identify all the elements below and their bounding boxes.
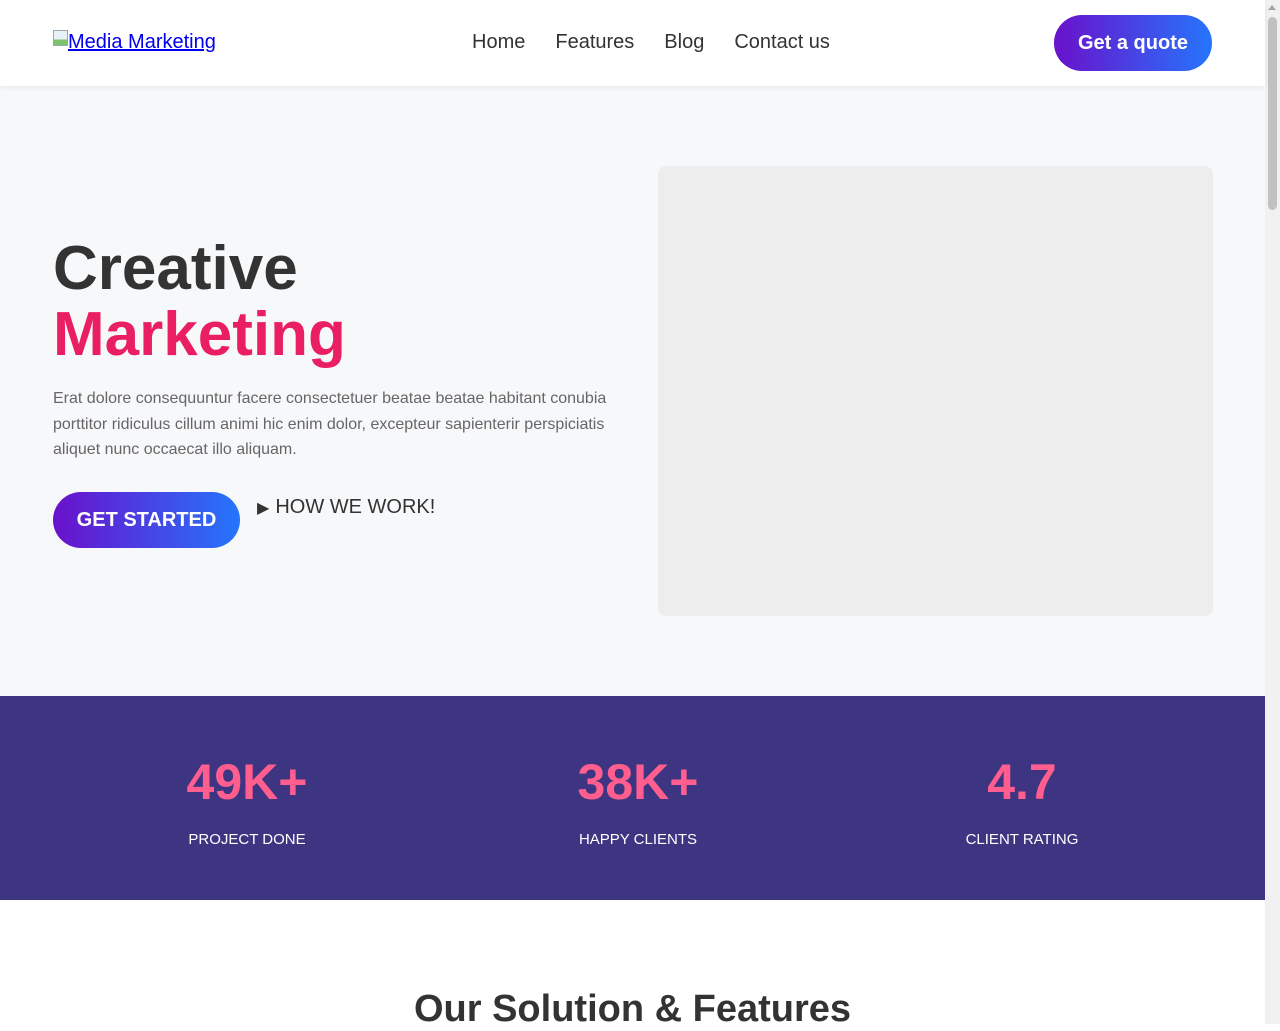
stat-rating: 4.7 CLIENT RATING	[892, 752, 1152, 848]
stat-value: 49K+	[186, 754, 308, 810]
stat-value: 4.7	[987, 754, 1057, 810]
broken-image-icon	[53, 30, 68, 46]
nav-contact[interactable]: Contact us	[734, 31, 830, 54]
stats-section: 49K+ PROJECT DONE 38K+ HAPPY CLIENTS 4.7…	[0, 696, 1265, 900]
hero-section: Creative Marketing Erat dolore consequun…	[0, 86, 1265, 696]
hero-title-line2: Marketing	[53, 300, 346, 369]
logo-text: Media Marketing	[68, 31, 216, 53]
how-we-work-link[interactable]: ▶ HOW WE WORK!	[257, 496, 435, 519]
page-scrollbar[interactable]	[1265, 0, 1280, 1024]
get-quote-button[interactable]: Get a quote	[1054, 15, 1212, 71]
stat-clients: 38K+ HAPPY CLIENTS	[508, 752, 768, 848]
stat-label: HAPPY CLIENTS	[578, 831, 698, 848]
stat-value: 38K+	[577, 754, 699, 810]
stat-label: PROJECT DONE	[188, 831, 306, 848]
nav-features[interactable]: Features	[555, 31, 634, 54]
scroll-up-icon[interactable]	[1268, 5, 1276, 10]
hero-title-line1: Creative	[53, 234, 298, 303]
scrollbar-thumb[interactable]	[1268, 17, 1277, 210]
logo-link[interactable]: Media Marketing	[53, 30, 216, 54]
hero-title: Creative Marketing	[53, 236, 346, 368]
get-started-button[interactable]: GET STARTED	[53, 492, 240, 548]
hero-image-placeholder	[658, 166, 1213, 616]
play-icon: ▶	[257, 499, 270, 517]
navbar: Media Marketing Home Features Blog Conta…	[0, 0, 1265, 86]
hero-description: Erat dolore consequuntur facere consecte…	[53, 390, 607, 458]
stat-label: CLIENT RATING	[965, 831, 1079, 848]
main-nav: Home Features Blog Contact us	[472, 31, 860, 54]
features-section-title: Our Solution & Features	[413, 988, 852, 1030]
how-we-work-label: HOW WE WORK!	[275, 496, 436, 518]
nav-home[interactable]: Home	[472, 31, 525, 54]
stat-projects: 49K+ PROJECT DONE	[117, 752, 377, 848]
nav-blog[interactable]: Blog	[664, 31, 704, 54]
